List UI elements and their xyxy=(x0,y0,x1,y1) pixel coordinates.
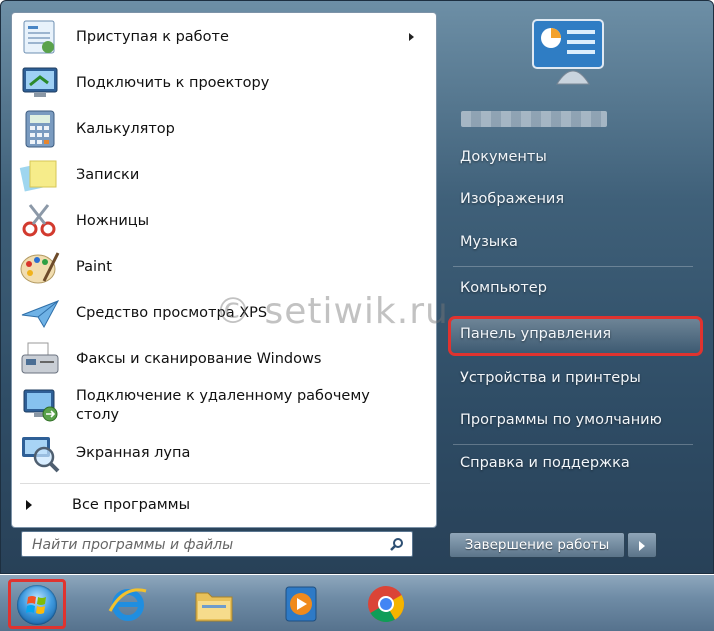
menu-devices-printers[interactable]: Устройства и принтеры xyxy=(460,370,641,386)
program-label: Записки xyxy=(76,166,140,183)
username-blurred xyxy=(461,111,607,127)
programs-pane: Приступая к работе Подключить к проектор… xyxy=(11,12,437,528)
search-icon[interactable] xyxy=(390,537,404,551)
fax-scanner-icon xyxy=(18,339,62,379)
program-label: Факсы и сканирование Windows xyxy=(76,350,322,367)
program-fax-scan[interactable]: Факсы и сканирование Windows xyxy=(18,339,428,379)
program-label: Подключить к проектору xyxy=(76,74,270,91)
user-picture[interactable] xyxy=(531,18,615,88)
getting-started-icon xyxy=(18,17,62,57)
submenu-arrow-icon xyxy=(409,33,414,41)
windows-explorer-icon[interactable] xyxy=(190,581,238,627)
menu-help-support[interactable]: Справка и поддержка xyxy=(460,455,630,471)
internet-explorer-icon[interactable] xyxy=(104,581,152,627)
start-button[interactable] xyxy=(8,579,66,629)
menu-computer[interactable]: Компьютер xyxy=(460,280,547,296)
remote-desktop-icon xyxy=(18,386,62,426)
sticky-notes-icon xyxy=(18,155,62,195)
shutdown-button[interactable]: Завершение работы xyxy=(449,532,625,558)
xps-viewer-icon xyxy=(18,293,62,333)
program-snipping-tool[interactable]: Ножницы xyxy=(18,201,428,241)
program-projector[interactable]: Подключить к проектору xyxy=(18,63,428,103)
program-label: Экранная лупа xyxy=(76,444,191,461)
search-input[interactable] xyxy=(30,533,374,557)
program-remote-desktop[interactable]: Подключение к удаленному рабочему столу xyxy=(18,385,428,427)
separator xyxy=(20,483,430,484)
projector-icon xyxy=(18,63,62,103)
menu-pictures[interactable]: Изображения xyxy=(460,191,564,207)
search-box[interactable] xyxy=(21,531,413,557)
shutdown-options-arrow[interactable] xyxy=(627,532,657,558)
program-label: Paint xyxy=(76,258,112,275)
program-label: Подключение к удаленному рабочему столу xyxy=(76,388,370,423)
start-menu: Приступая к работе Подключить к проектор… xyxy=(0,0,714,574)
program-sticky-notes[interactable]: Записки xyxy=(18,155,428,195)
program-label: Приступая к работе xyxy=(76,28,229,45)
separator xyxy=(453,444,693,445)
media-player-icon[interactable] xyxy=(276,581,324,627)
program-xps-viewer[interactable]: Средство просмотра XPS xyxy=(18,293,428,333)
magnifier-icon xyxy=(18,433,62,473)
program-calculator[interactable]: Калькулятор xyxy=(18,109,428,149)
menu-control-panel[interactable]: Панель управления xyxy=(460,326,611,342)
program-getting-started[interactable]: Приступая к работе xyxy=(18,17,428,57)
menu-default-programs[interactable]: Программы по умолчанию xyxy=(460,412,662,428)
calculator-icon xyxy=(18,109,62,149)
chrome-icon[interactable] xyxy=(362,581,410,627)
menu-documents[interactable]: Документы xyxy=(460,149,547,165)
program-label: Средство просмотра XPS xyxy=(76,304,268,321)
taskbar xyxy=(0,575,714,631)
program-magnifier[interactable]: Экранная лупа xyxy=(18,433,428,473)
triangle-right-icon xyxy=(26,500,32,510)
all-programs-button[interactable]: Все программы xyxy=(26,497,190,513)
menu-music[interactable]: Музыка xyxy=(460,234,518,250)
program-label: Ножницы xyxy=(76,212,150,229)
scissors-icon xyxy=(18,201,62,241)
windows-start-orb-icon xyxy=(17,585,57,625)
paint-palette-icon xyxy=(18,247,62,287)
program-label: Калькулятор xyxy=(76,120,175,137)
separator xyxy=(453,266,693,267)
program-paint[interactable]: Paint xyxy=(18,247,428,287)
all-programs-label: Все программы xyxy=(72,497,191,513)
